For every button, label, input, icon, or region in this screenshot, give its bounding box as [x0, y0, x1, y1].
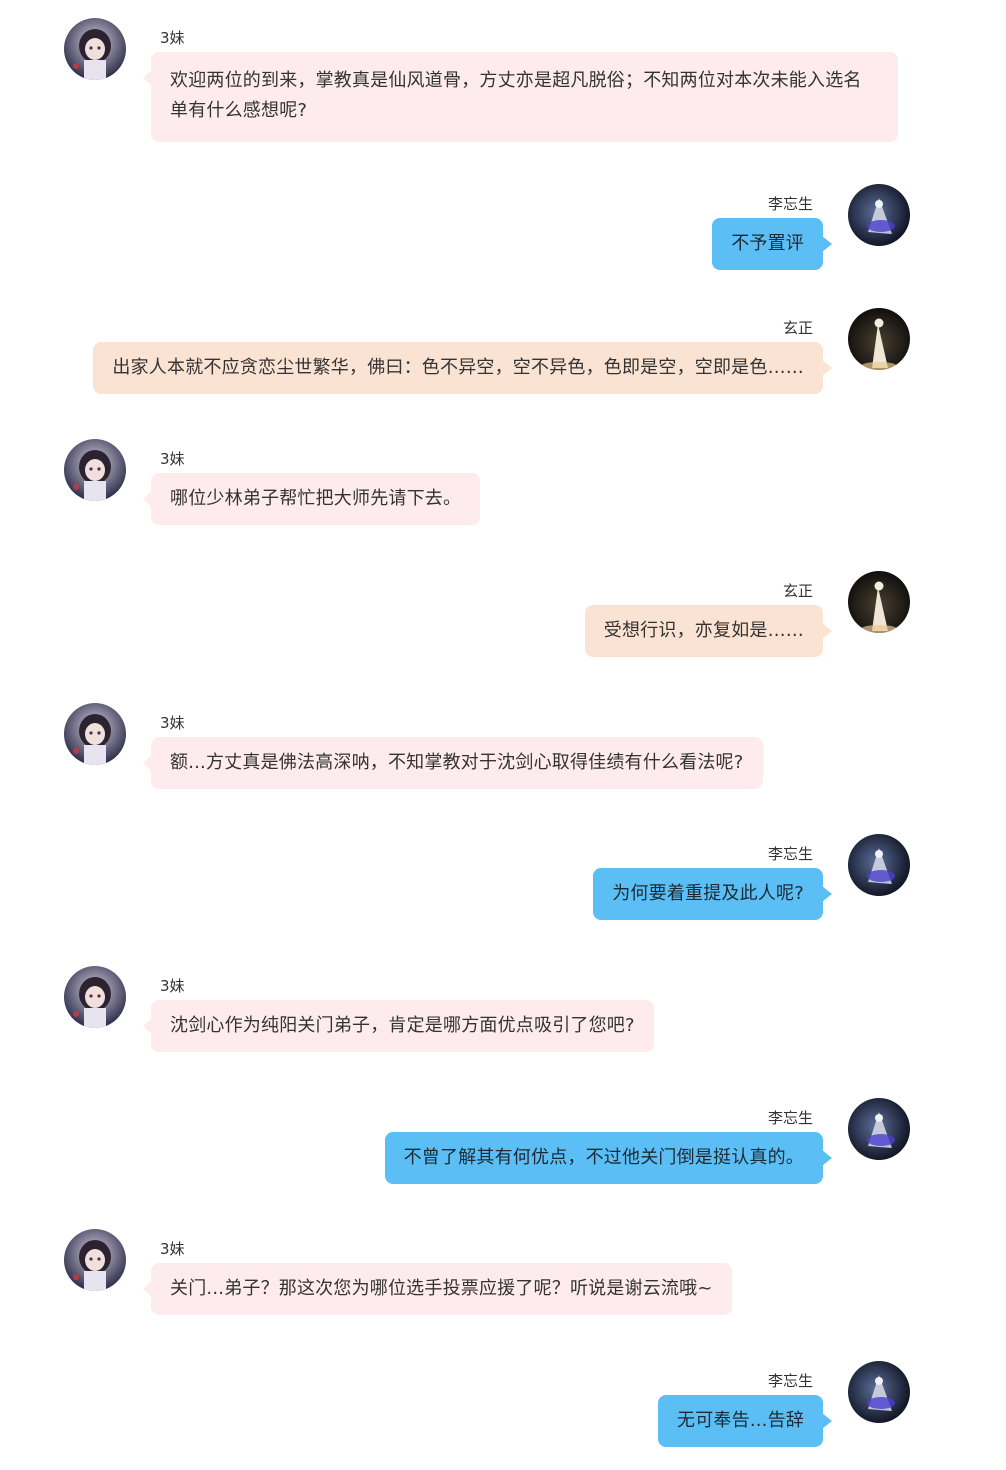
taoist-avatar-icon	[848, 184, 910, 246]
speaker-name: 玄正	[782, 319, 813, 337]
speaker-name: 玄正	[782, 582, 813, 600]
speaker-name: 3妹	[160, 714, 185, 732]
monk-avatar-icon	[848, 308, 910, 370]
taoist-avatar-icon	[848, 1098, 910, 1160]
speaker-name: 李忘生	[767, 1109, 813, 1127]
message-bubble: 不予置评	[712, 218, 832, 270]
speaker-name: 3妹	[160, 450, 185, 468]
message-bubble: 欢迎两位的到来，掌教真是仙风道骨，方丈亦是超凡脱俗；不知两位对本次未能入选名单有…	[143, 52, 898, 142]
message-bubble: 不曾了解其有何优点，不过他关门倒是挺认真的。	[384, 1132, 833, 1184]
taoist-avatar-icon	[848, 1361, 910, 1423]
monk-avatar-icon	[848, 571, 910, 633]
girl-avatar-icon	[64, 703, 126, 765]
speaker-name: 3妹	[160, 29, 185, 47]
message-bubble: 受想行识，亦复如是……	[584, 605, 833, 657]
message-bubble: 关门...弟子？那这次您为哪位选手投票应援了呢？听说是谢云流哦~	[143, 1263, 732, 1315]
chat-transcript: 3妹 欢迎两位的到来，掌教真是仙风道骨，方丈亦是超凡脱俗；不知两位对本次未能入选…	[0, 0, 1006, 1470]
message-bubble: 额...方丈真是佛法高深呐，不知掌教对于沈剑心取得佳绩有什么看法呢?	[143, 737, 763, 789]
taoist-avatar-icon	[848, 834, 910, 896]
girl-avatar-icon	[64, 966, 126, 1028]
message-bubble: 为何要着重提及此人呢?	[593, 868, 832, 920]
girl-avatar-icon	[64, 439, 126, 501]
message-bubble: 无可奉告...告辞	[658, 1395, 832, 1447]
speaker-name: 李忘生	[767, 195, 813, 213]
speaker-name: 3妹	[160, 977, 185, 995]
message-bubble: 出家人本就不应贪恋尘世繁华，佛曰：色不异空，空不异色，色即是空，空即是色……	[93, 342, 832, 394]
speaker-name: 李忘生	[767, 1372, 813, 1390]
girl-avatar-icon	[64, 18, 126, 80]
girl-avatar-icon	[64, 1229, 126, 1291]
message-bubble: 沈剑心作为纯阳关门弟子，肯定是哪方面优点吸引了您吧?	[143, 1000, 654, 1052]
speaker-name: 3妹	[160, 1240, 185, 1258]
speaker-name: 李忘生	[767, 845, 813, 863]
message-bubble: 哪位少林弟子帮忙把大师先请下去。	[142, 473, 481, 525]
